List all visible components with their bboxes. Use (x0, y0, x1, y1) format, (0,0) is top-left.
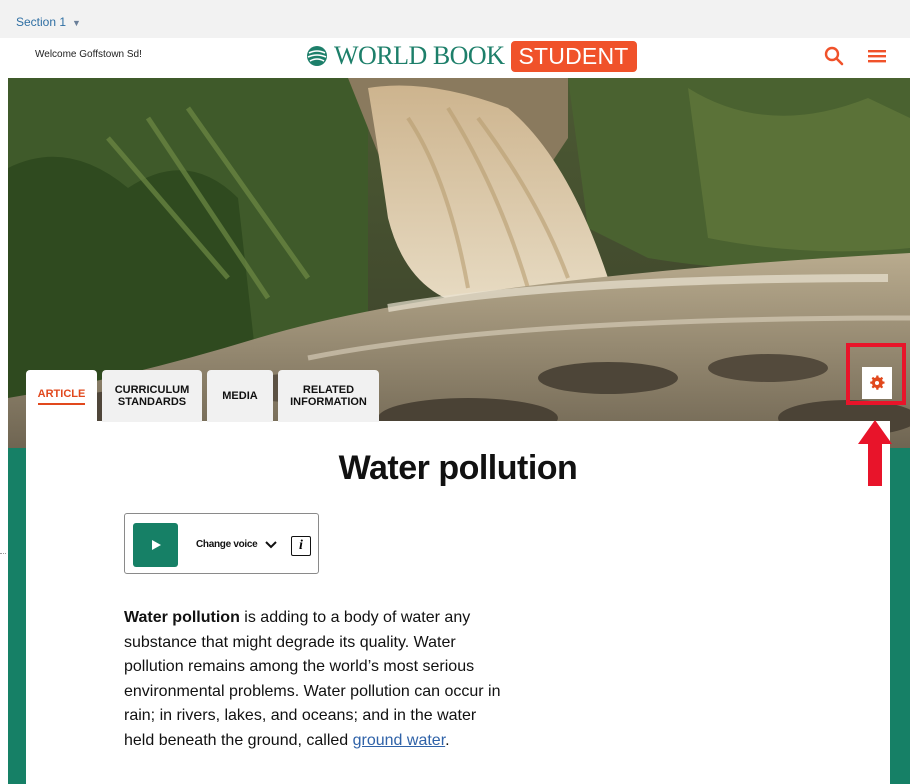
article-title: Water pollution (338, 449, 578, 487)
tab-article-label: ARTICLE (37, 388, 86, 405)
welcome-message: Welcome Goffstown Sd! (35, 49, 142, 60)
tab-media[interactable]: MEDIA (207, 370, 273, 422)
hamburger-menu-icon[interactable] (865, 44, 889, 68)
tab-related-information-label: RELATED INFORMATION (290, 384, 367, 408)
left-edge (0, 38, 8, 784)
tab-article[interactable]: ARTICLE (26, 370, 97, 422)
search-icon[interactable] (822, 44, 846, 68)
play-button[interactable] (133, 523, 178, 567)
tab-related-information[interactable]: RELATED INFORMATION (278, 370, 379, 422)
globe-logo-icon (307, 46, 327, 66)
top-bar: Section 1 ▼ (0, 0, 910, 38)
section-selector[interactable]: Section 1 ▼ (16, 15, 81, 29)
caret-down-icon: ▼ (72, 18, 81, 28)
section-selector-label: Section 1 (16, 15, 67, 29)
body-bold-term: Water pollution (124, 609, 240, 626)
article-tabs: ARTICLE CURRICULUM STANDARDS MEDIA RELAT… (26, 370, 379, 422)
logo-world-book-text: WORLD BOOK (334, 41, 505, 70)
tab-curriculum-standards[interactable]: CURRICULUM STANDARDS (102, 370, 202, 422)
play-icon (151, 540, 161, 550)
site-header: Welcome Goffstown Sd! WORLD BOOK STUDENT (8, 38, 910, 78)
body-text: is adding to a body of water any substan… (124, 609, 501, 749)
settings-highlight-box (846, 343, 906, 405)
world-book-student-logo[interactable]: WORLD BOOK STUDENT (306, 40, 637, 72)
info-icon[interactable]: i (291, 536, 311, 556)
settings-button[interactable] (862, 367, 892, 399)
audio-player: Change voice i (124, 513, 319, 574)
change-voice-label: Change voice (196, 539, 258, 550)
logo-student-badge: STUDENT (510, 40, 637, 72)
gear-icon (870, 375, 885, 390)
chevron-down-icon (265, 540, 278, 548)
tab-curriculum-standards-label: CURRICULUM STANDARDS (114, 384, 190, 408)
article-body-paragraph: Water pollution is adding to a body of w… (124, 606, 504, 754)
ground-water-link[interactable]: ground water (353, 732, 446, 749)
change-voice-dropdown[interactable]: Change voice (196, 539, 278, 550)
edge-marker (0, 553, 6, 555)
tab-media-label: MEDIA (222, 390, 258, 402)
body-end: . (445, 731, 450, 749)
